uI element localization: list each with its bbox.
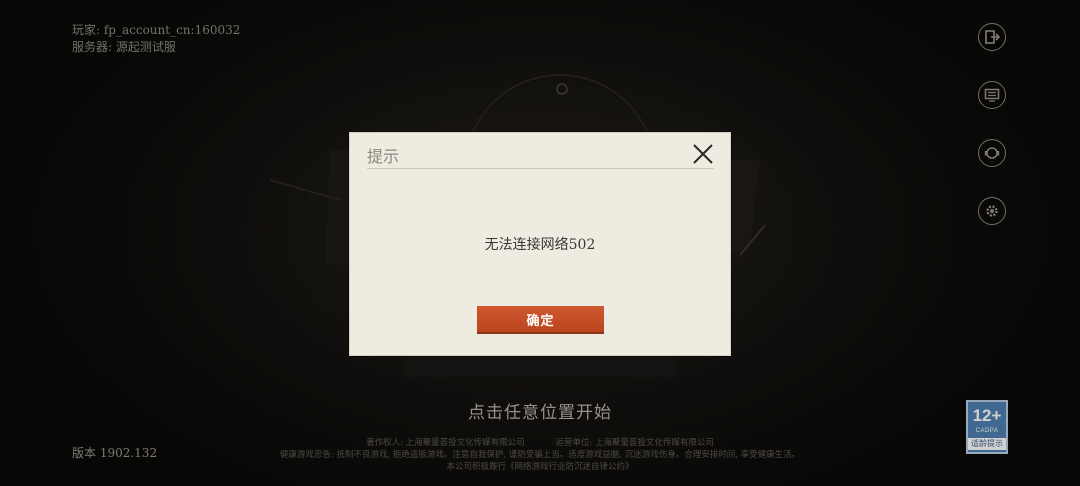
alert-dialog: 提示 无法连接网络502 确定 bbox=[349, 132, 731, 356]
dialog-divider bbox=[367, 168, 714, 169]
dialog-message: 无法连接网络502 bbox=[484, 237, 596, 253]
confirm-button[interactable]: 确定 bbox=[477, 306, 604, 332]
game-login-screen[interactable]: 玩家: fp_account_cn:160032 服务器: 源起测试服 点击任意… bbox=[0, 0, 1080, 486]
dialog-title: 提示 bbox=[367, 147, 400, 166]
close-icon[interactable] bbox=[690, 141, 716, 167]
